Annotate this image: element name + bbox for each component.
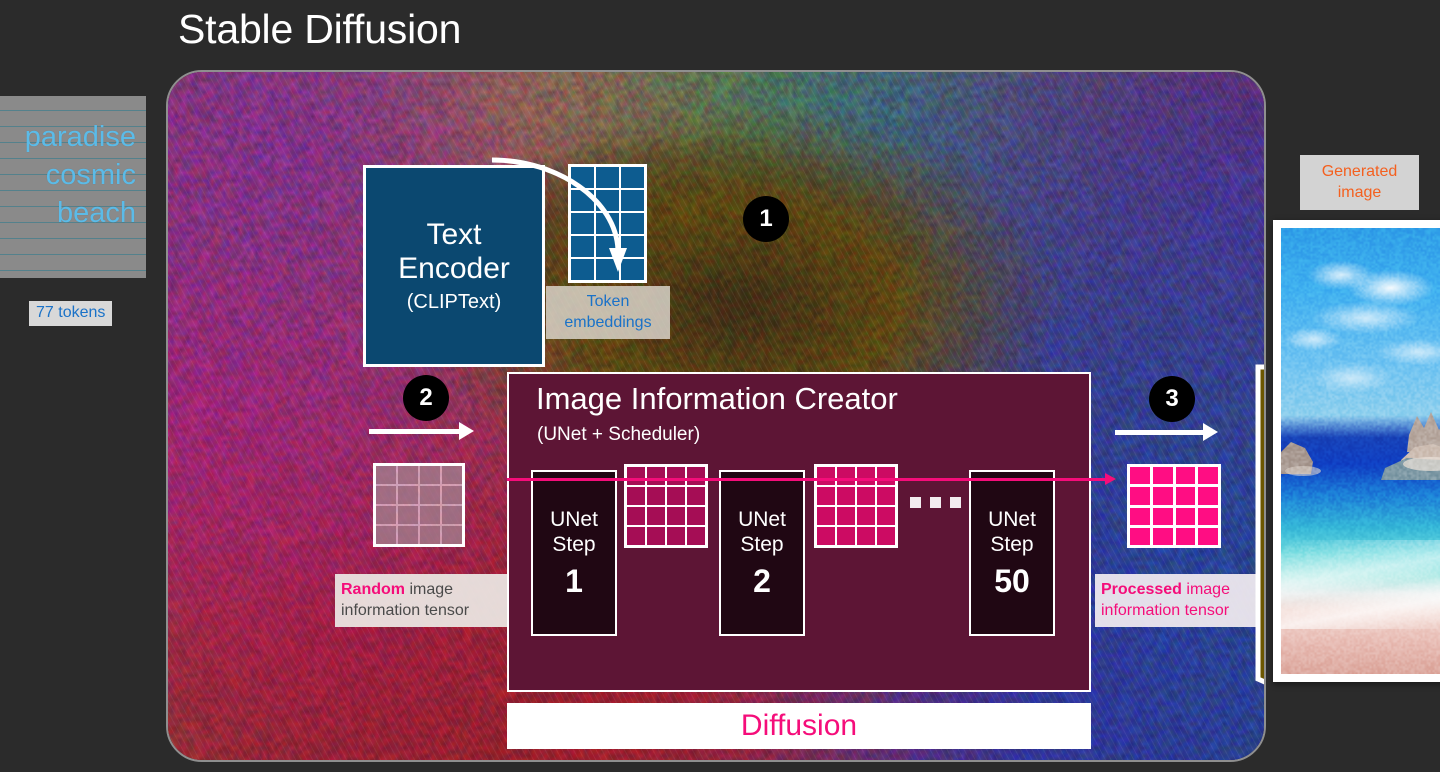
processed-tensor-label-rest: image [1181, 581, 1230, 598]
page-title: Stable Diffusion [178, 6, 462, 52]
generated-image-label-line-2: image [1337, 184, 1382, 201]
arrow-step-3 [1115, 423, 1218, 441]
unet-step-50-line-2: Step [990, 532, 1034, 556]
unet-step-2: UNet Step 2 [719, 470, 805, 636]
diffusion-bar: Diffusion [507, 703, 1091, 749]
random-tensor-label-line-1: Random image [341, 579, 504, 600]
text-encoder-name: Text Encoder [398, 218, 510, 286]
image-decoder-text: Image Decoder (Autoencoder decoder) [1254, 455, 1264, 583]
step-badge-1: 1 [743, 196, 789, 242]
text-encoder-name-line-1: Text [426, 218, 482, 251]
latent-flow-line [507, 473, 1116, 485]
unet-step-2-line-1: UNet [738, 507, 786, 531]
generated-image-label: Generated image [1300, 155, 1419, 210]
latent-grid-after-step-2 [814, 464, 898, 548]
image-decoder-subtitle-line-2: decoder) [1254, 558, 1264, 583]
processed-tensor-label-bold: Processed [1101, 581, 1182, 598]
iic-subtitle: (UNet + Scheduler) [537, 424, 701, 445]
unet-step-50-number: 50 [994, 562, 1030, 599]
token-embeddings-label-line-1: Token [586, 293, 630, 310]
random-latent-grid [373, 463, 465, 547]
image-decoder-subtitle: (Autoencoder decoder) [1254, 533, 1264, 583]
text-encoder-subtitle: (CLIPText) [406, 291, 502, 313]
prompt-text: paradise cosmic beach [0, 118, 136, 232]
step-badge-3: 3 [1149, 376, 1195, 422]
image-decoder-subtitle-line-1: (Autoencoder [1254, 533, 1264, 558]
tokens-count-badge: 77 tokens [29, 301, 113, 326]
image-information-creator-block: Image Information Creator (UNet + Schedu… [507, 372, 1091, 692]
token-embeddings-label-line-2: embeddings [564, 314, 652, 331]
unet-step-2-line-2: Step [740, 532, 784, 556]
token-embeddings-label: Token embeddings [546, 286, 670, 339]
unet-step-50-label: UNet Step [988, 507, 1036, 557]
prompt-line-2: cosmic [45, 159, 136, 191]
diagram-canvas: Stable Diffusion paradise cosmic beach 7… [0, 0, 1440, 772]
unet-step-50-line-1: UNet [988, 507, 1036, 531]
generated-image-frame [1273, 220, 1440, 682]
text-encoder-block: Text Encoder (CLIPText) [363, 165, 545, 367]
unet-step-1-label: UNet Step [550, 507, 598, 557]
unet-step-50: UNet Step 50 [969, 470, 1055, 636]
random-tensor-label-line-2: information tensor [341, 602, 470, 619]
prompt-line-3: beach [56, 197, 136, 229]
arrow-step-2 [369, 422, 474, 440]
processed-tensor-label: Processed image information tensor [1095, 574, 1259, 627]
ellipsis-icon [910, 497, 961, 508]
pipeline-panel: Text Encoder (CLIPText) Token embeddings… [166, 70, 1266, 762]
processed-latent-grid [1127, 464, 1221, 548]
prompt-card: paradise cosmic beach [0, 96, 146, 278]
unet-step-2-number: 2 [753, 562, 771, 599]
latent-grid-after-step-1 [624, 464, 708, 548]
text-encoder-name-line-2: Encoder [398, 252, 510, 285]
image-decoder-name-line-1: Image [1254, 455, 1264, 491]
iic-title: Image Information Creator [536, 381, 898, 416]
generated-image-label-line-1: Generated [1321, 163, 1398, 180]
token-embeddings-grid [568, 164, 647, 283]
diffusion-label: Diffusion [740, 709, 858, 742]
random-tensor-label-rest: image [405, 581, 454, 598]
random-tensor-label-bold: Random [341, 581, 405, 598]
unet-step-1: UNet Step 1 [531, 470, 617, 636]
random-tensor-label: Random image information tensor [335, 574, 510, 627]
step-badge-2: 2 [403, 375, 449, 421]
processed-tensor-label-line-1: Processed image [1101, 579, 1253, 600]
unet-step-1-line-2: Step [552, 532, 596, 556]
image-decoder-block: Image Decoder (Autoencoder decoder) [1254, 363, 1264, 750]
processed-tensor-label-line-2: information tensor [1101, 602, 1230, 619]
unet-step-1-line-1: UNet [550, 507, 598, 531]
image-decoder-name: Image Decoder [1254, 455, 1264, 527]
prompt-line-1: paradise [24, 121, 136, 153]
image-decoder-name-line-2: Decoder [1254, 491, 1264, 527]
unet-step-1-number: 1 [565, 562, 583, 599]
generated-image-art [1281, 228, 1440, 674]
unet-step-2-label: UNet Step [738, 507, 786, 557]
